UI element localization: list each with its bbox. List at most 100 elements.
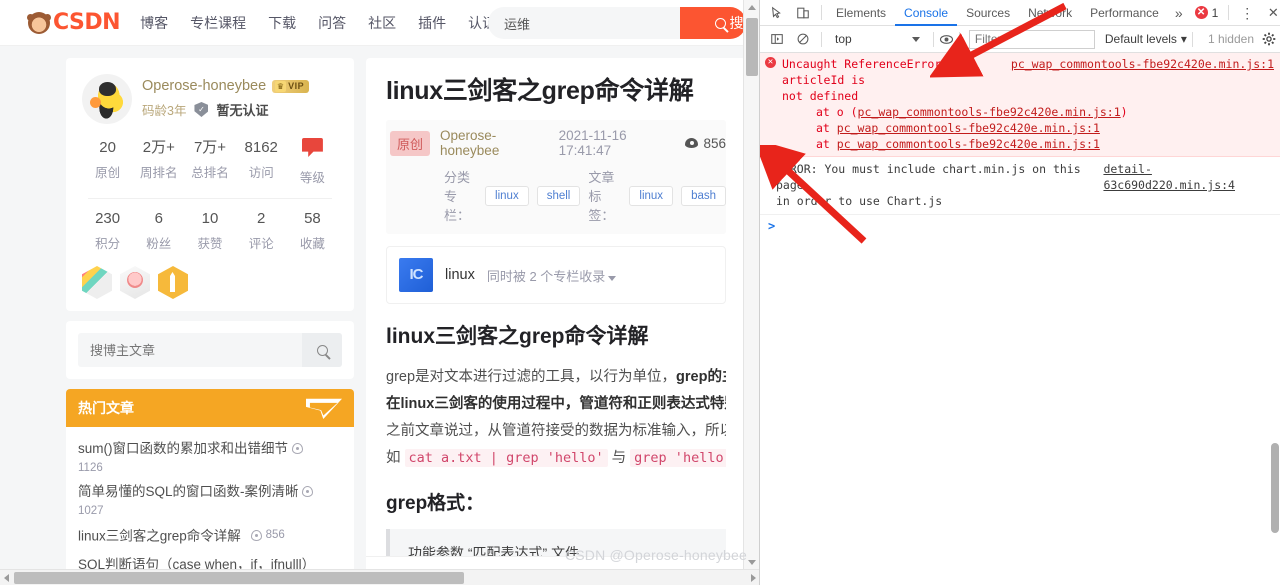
level-badge-icon: [301, 138, 323, 157]
console-message-error[interactable]: ✕ Uncaught ReferenceError: articleId is …: [760, 53, 1280, 157]
column-subtitle-text: 同时被 2 个专栏收录: [486, 268, 606, 284]
category-chip-shell[interactable]: shell: [536, 185, 581, 206]
console-prompt[interactable]: >: [760, 215, 1280, 237]
blog-search-button[interactable]: [302, 333, 342, 367]
tab-performance[interactable]: Performance: [1081, 0, 1168, 26]
log-levels-dropdown[interactable]: Default levels ▾: [1105, 32, 1187, 46]
tab-elements[interactable]: Elements: [827, 0, 895, 26]
stat-level-label: 等级: [299, 171, 325, 185]
stat-points-value: 230: [95, 210, 121, 227]
console-message-log[interactable]: ERROR: You must include chart.min.js on …: [760, 157, 1280, 215]
hot-article-views-count: 1027: [78, 505, 104, 517]
page-vertical-scrollbar[interactable]: [743, 0, 759, 570]
chevron-down-icon: ▾: [1180, 32, 1187, 46]
console-log-headline: ERROR: You must include chart.min.js on …: [776, 161, 1274, 193]
tab-console[interactable]: Console: [895, 0, 958, 26]
execution-context-select[interactable]: top: [827, 29, 928, 49]
live-expression-icon[interactable]: [939, 32, 954, 47]
console-message-body: Uncaught ReferenceError: articleId is pc…: [766, 56, 1274, 152]
hot-article-title-text: linux三剑客之grep命令详解: [78, 528, 241, 544]
stack-link[interactable]: pc_wap_commontools-fbe92c420e.min.js:1: [837, 137, 1100, 151]
stack-prefix: at o (: [816, 105, 858, 119]
badge-pen-icon[interactable]: [158, 266, 188, 299]
site-search-button[interactable]: 搜索: [680, 7, 746, 39]
nav-item-blog[interactable]: 博客: [140, 13, 168, 33]
username[interactable]: Operose-honeybee: [142, 78, 266, 94]
scroll-up-arrow-icon[interactable]: [748, 5, 756, 10]
stat-comments: 2 评论: [236, 209, 287, 252]
inline-code: cat a.txt | grep 'hello': [404, 449, 608, 467]
nav-item-community[interactable]: 社区: [368, 13, 396, 33]
hot-article-title[interactable]: linux三剑客之grep命令详解 856: [78, 525, 342, 547]
nav-item-plugins[interactable]: 插件: [418, 13, 446, 33]
article-author[interactable]: Operose-honeybee: [440, 128, 549, 158]
page-horizontal-scroll-thumb[interactable]: [14, 572, 464, 584]
devtools-tabs: Elements Console Sources Network Perform…: [827, 0, 1168, 26]
avatar[interactable]: [82, 74, 132, 124]
hot-articles-card: 热门文章 sum()窗口函数的累加求和出错细节 1126 简单易懂的SQL的窗口…: [66, 389, 354, 585]
more-tabs-icon[interactable]: »: [1168, 5, 1190, 21]
csdn-logo[interactable]: CSDN: [27, 10, 121, 35]
stat-likes: 10 获赞: [184, 209, 235, 252]
nav-item-download[interactable]: 下载: [268, 13, 296, 33]
badge-monkey-icon[interactable]: [120, 266, 150, 299]
console-output[interactable]: ✕ Uncaught ReferenceError: articleId is …: [760, 53, 1280, 585]
browser-viewport: CSDN 博客 专栏课程 下载 问答 社区 插件 认证 搜索: [0, 0, 760, 585]
device-toolbar-icon[interactable]: [790, 1, 816, 25]
list-item[interactable]: linux三剑客之grep命令详解 856: [78, 517, 342, 547]
console-source-link[interactable]: detail-63c690d220.min.js:4: [1103, 161, 1274, 193]
console-source-link[interactable]: pc_wap_commontools-fbe92c420e.min.js:1: [1011, 56, 1274, 72]
error-count-badge[interactable]: ✕ 1: [1190, 6, 1224, 20]
stat-total-rank-value: 7万+: [193, 139, 227, 156]
hot-article-title[interactable]: sum()窗口函数的累加求和出错细节: [78, 439, 342, 459]
tab-network[interactable]: Network: [1019, 0, 1081, 26]
gear-icon[interactable]: [1262, 32, 1276, 46]
stats-divider: [88, 198, 332, 199]
console-vertical-scroll-thumb[interactable]: [1271, 443, 1279, 533]
page-horizontal-scrollbar[interactable]: [0, 569, 759, 585]
category-chip-linux[interactable]: linux: [485, 185, 529, 206]
nav-item-courses[interactable]: 专栏课程: [190, 13, 246, 33]
log-levels-label: Default levels: [1104, 32, 1177, 46]
console-error-text: Uncaught ReferenceError: articleId is: [782, 57, 949, 87]
console-filter-input[interactable]: [968, 29, 1095, 49]
stats-row-primary: 20 原创 2万+ 周排名 7万+ 总排名 8162 访问 等级: [82, 138, 338, 186]
stat-original-value: 20: [99, 139, 116, 156]
hot-articles-header: 热门文章: [66, 389, 354, 427]
column-subscription-box[interactable]: linux 同时被 2 个专栏收录: [386, 246, 726, 304]
close-icon[interactable]: ✕: [1260, 1, 1280, 25]
site-search-input[interactable]: [488, 15, 680, 31]
csdn-monkey-icon: [27, 11, 51, 34]
stack-link[interactable]: pc_wap_commontools-fbe92c420e.min.js:1: [837, 121, 1100, 135]
page-vertical-scroll-thumb[interactable]: [746, 18, 758, 76]
tab-sources[interactable]: Sources: [957, 0, 1019, 26]
tag-chip-bash[interactable]: bash: [681, 185, 726, 206]
console-sidebar-icon[interactable]: [764, 27, 790, 51]
stat-visits-value: 8162: [244, 139, 278, 156]
views-eye-icon: [291, 443, 303, 454]
hot-article-title[interactable]: 简单易懂的SQL的窗口函数-案例清晰: [78, 482, 342, 502]
error-icon: ✕: [1194, 6, 1208, 19]
stat-original: 20 原创: [82, 138, 133, 186]
site-search: 搜索: [488, 7, 746, 39]
list-item[interactable]: sum()窗口函数的累加求和出错细节 1126: [78, 431, 342, 474]
clear-console-icon[interactable]: [790, 27, 816, 51]
stat-original-label: 原创: [95, 166, 121, 180]
stat-comments-value: 2: [257, 210, 266, 227]
nav-item-qa[interactable]: 问答: [318, 13, 346, 33]
inspect-element-icon[interactable]: [764, 1, 790, 25]
vip-badge: VIP: [272, 79, 310, 93]
stack-link[interactable]: pc_wap_commontools-fbe92c420e.min.js:1: [858, 105, 1121, 119]
user-profile-card: Operose-honeybee VIP 码龄3年 暂无认证: [66, 58, 354, 311]
list-item[interactable]: 简单易懂的SQL的窗口函数-案例清晰 1027: [78, 474, 342, 517]
scroll-left-arrow-icon[interactable]: [4, 574, 9, 582]
scroll-right-arrow-icon[interactable]: [751, 574, 756, 582]
console-vertical-scrollbar[interactable]: [1268, 53, 1280, 585]
scroll-down-arrow-icon[interactable]: [748, 560, 756, 565]
devtools-menu-icon[interactable]: ⋮: [1234, 1, 1260, 25]
badge-rainbow-icon[interactable]: [82, 266, 112, 299]
blog-search-input[interactable]: [78, 342, 302, 358]
tag-chip-linux[interactable]: linux: [629, 185, 674, 206]
chevron-down-icon[interactable]: [608, 275, 617, 281]
filterbar-divider: [1191, 31, 1193, 47]
